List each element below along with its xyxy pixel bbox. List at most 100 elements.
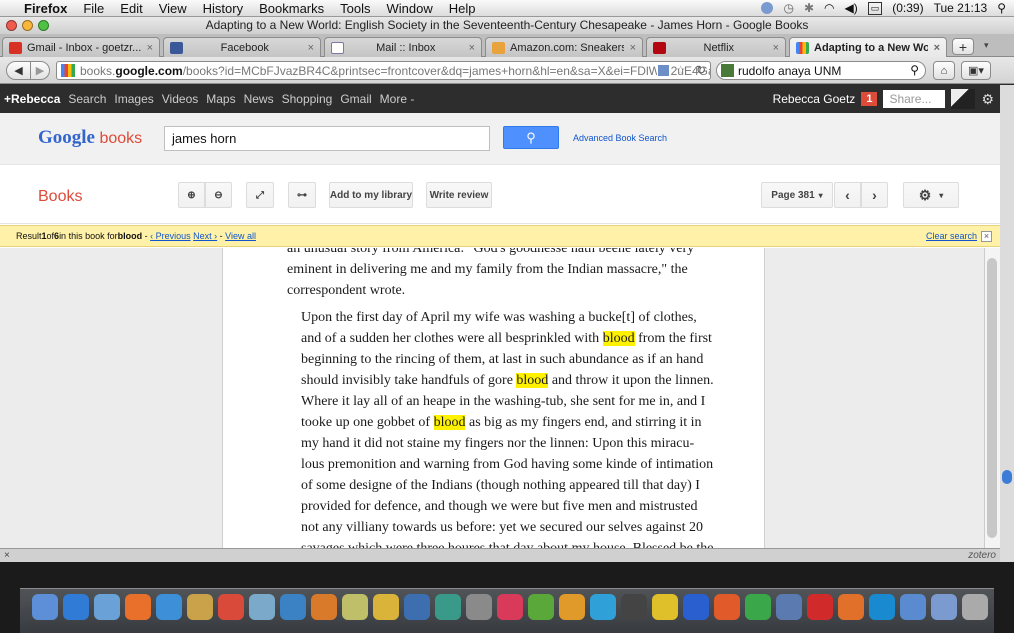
itunes-icon[interactable] — [280, 594, 306, 620]
scroll-thumb[interactable] — [1002, 470, 1012, 484]
downloads-icon[interactable] — [931, 594, 957, 620]
calendar-icon[interactable] — [218, 594, 244, 620]
acrobat-icon[interactable] — [807, 594, 833, 620]
word-icon[interactable] — [683, 594, 709, 620]
tab-list-icon[interactable]: ▾ — [984, 40, 989, 51]
search-engine-icon[interactable] — [721, 64, 734, 77]
safari-icon[interactable] — [63, 594, 89, 620]
garageband-icon[interactable] — [373, 594, 399, 620]
zoom-out-button[interactable]: ⊖ — [205, 182, 232, 208]
page-selector[interactable]: Page 381 ▾ — [761, 182, 833, 208]
menu-bookmarks[interactable]: Bookmarks — [251, 1, 332, 16]
url-bar[interactable]: books. google.com/books?id=MCbFJvazBR4C&p… — [56, 61, 711, 80]
address-book-icon[interactable] — [187, 594, 213, 620]
gbar-link-more[interactable]: More - — [376, 92, 419, 106]
bluetooth-icon[interactable]: ✱ — [804, 1, 814, 15]
excel-icon[interactable] — [745, 594, 771, 620]
app-icon-2[interactable] — [621, 594, 647, 620]
time-machine-icon[interactable]: ◷ — [783, 1, 793, 15]
tab-mail[interactable]: Mail :: Inbox × — [324, 37, 482, 57]
battery-icon[interactable]: ▭ — [867, 1, 883, 15]
forward-button[interactable]: ▶ — [30, 61, 50, 80]
home-button[interactable]: ⌂ — [933, 61, 955, 80]
scrollbar-thumb[interactable] — [987, 258, 997, 538]
zoom-window-button[interactable] — [38, 20, 49, 31]
launcher-icon[interactable] — [528, 594, 554, 620]
preview-icon[interactable] — [94, 594, 120, 620]
trash-icon[interactable] — [962, 594, 988, 620]
gbar-link-videos[interactable]: Videos — [158, 92, 202, 106]
zotero-button[interactable]: zotero — [968, 550, 996, 561]
zoom-in-button[interactable]: ⊕ — [178, 182, 205, 208]
clock[interactable]: Tue 21:13 — [934, 1, 988, 15]
mail-icon[interactable] — [652, 594, 678, 620]
spaces-icon[interactable] — [404, 594, 430, 620]
close-icon[interactable]: × — [981, 230, 992, 242]
close-tab-icon[interactable]: × — [308, 42, 314, 54]
time-machine-icon[interactable] — [435, 594, 461, 620]
network-icon[interactable] — [776, 594, 802, 620]
tab-facebook[interactable]: Facebook × — [163, 37, 321, 57]
settings-button[interactable]: ⚙ ▾ — [903, 182, 959, 208]
spotlight-icon[interactable]: ⚲ — [997, 1, 1006, 15]
tab-adapting[interactable]: Adapting to a New Wo... × — [789, 37, 947, 57]
gbar-link-search[interactable]: Search — [64, 92, 110, 106]
gbar-link-news[interactable]: News — [240, 92, 278, 106]
write-review-button[interactable]: Write review — [426, 182, 492, 208]
wifi-icon[interactable]: ◠ — [824, 1, 834, 15]
minimize-window-button[interactable] — [22, 20, 33, 31]
close-addon-bar-icon[interactable]: × — [4, 550, 10, 561]
fullscreen-button[interactable]: ⤢ — [246, 182, 274, 208]
gbar-link-shopping[interactable]: Shopping — [278, 92, 337, 106]
menu-extension-button[interactable]: ▣▾ — [961, 61, 991, 80]
google-books-logo[interactable]: Google books — [38, 127, 142, 149]
menu-edit[interactable]: Edit — [112, 1, 150, 16]
system-preferences-icon[interactable] — [466, 594, 492, 620]
skype-dock-icon[interactable] — [869, 594, 895, 620]
next-result-link[interactable]: Next › — [193, 231, 217, 241]
share-box[interactable]: Share... — [883, 90, 946, 108]
gbar-link-rebecca[interactable]: +Rebecca — [0, 92, 64, 106]
pages-icon[interactable] — [559, 594, 585, 620]
firefox-dock-icon[interactable] — [838, 594, 864, 620]
clear-search-link[interactable]: Clear search — [926, 231, 977, 241]
avatar[interactable] — [951, 89, 976, 109]
new-tab-button[interactable]: + — [952, 38, 974, 55]
menu-history[interactable]: History — [195, 1, 251, 16]
close-tab-icon[interactable]: × — [630, 42, 636, 54]
close-tab-icon[interactable]: × — [773, 42, 779, 54]
menu-tools[interactable]: Tools — [332, 1, 378, 16]
firefox-icon[interactable] — [125, 594, 151, 620]
advanced-book-search-link[interactable]: Advanced Book Search — [573, 133, 667, 143]
dashboard-icon[interactable] — [342, 594, 368, 620]
viewer-scrollbar[interactable] — [984, 248, 1000, 563]
menu-file[interactable]: File — [75, 1, 112, 16]
skype-icon[interactable] — [590, 594, 616, 620]
gbar-link-gmail[interactable]: Gmail — [336, 92, 375, 106]
book-page[interactable]: an unusual story from America: "God's go… — [222, 248, 765, 563]
back-button[interactable]: ◀ — [6, 61, 31, 80]
close-tab-icon[interactable]: × — [147, 42, 153, 54]
previous-result-link[interactable]: ‹ Previous — [150, 231, 191, 241]
notification-badge[interactable]: 1 — [861, 92, 878, 106]
gear-icon[interactable]: ⚙ — [981, 91, 994, 108]
gbar-link-images[interactable]: Images — [110, 92, 157, 106]
close-tab-icon[interactable]: × — [469, 42, 475, 54]
powerpoint-icon[interactable] — [714, 594, 740, 620]
documents-icon[interactable] — [900, 594, 926, 620]
user-name[interactable]: Rebecca Goetz — [773, 92, 856, 106]
search-input[interactable]: james horn — [164, 126, 490, 151]
menu-window[interactable]: Window — [379, 1, 441, 16]
iphoto-icon[interactable] — [311, 594, 337, 620]
search-icon[interactable]: ⚲ — [910, 63, 919, 77]
photo-icon[interactable] — [249, 594, 275, 620]
tab-netflix[interactable]: Netflix × — [646, 37, 786, 57]
status-app-icon[interactable] — [761, 2, 774, 14]
menu-view[interactable]: View — [151, 1, 195, 16]
finder-icon[interactable] — [32, 594, 58, 620]
bookmark-star-icon[interactable]: ☆ — [675, 63, 686, 77]
app-icon[interactable] — [497, 594, 523, 620]
browser-search-bar[interactable]: rudolfo anaya UNM ⚲ — [716, 61, 926, 80]
next-page-button[interactable]: › — [861, 182, 888, 208]
reload-icon[interactable]: ↻ — [696, 63, 706, 77]
